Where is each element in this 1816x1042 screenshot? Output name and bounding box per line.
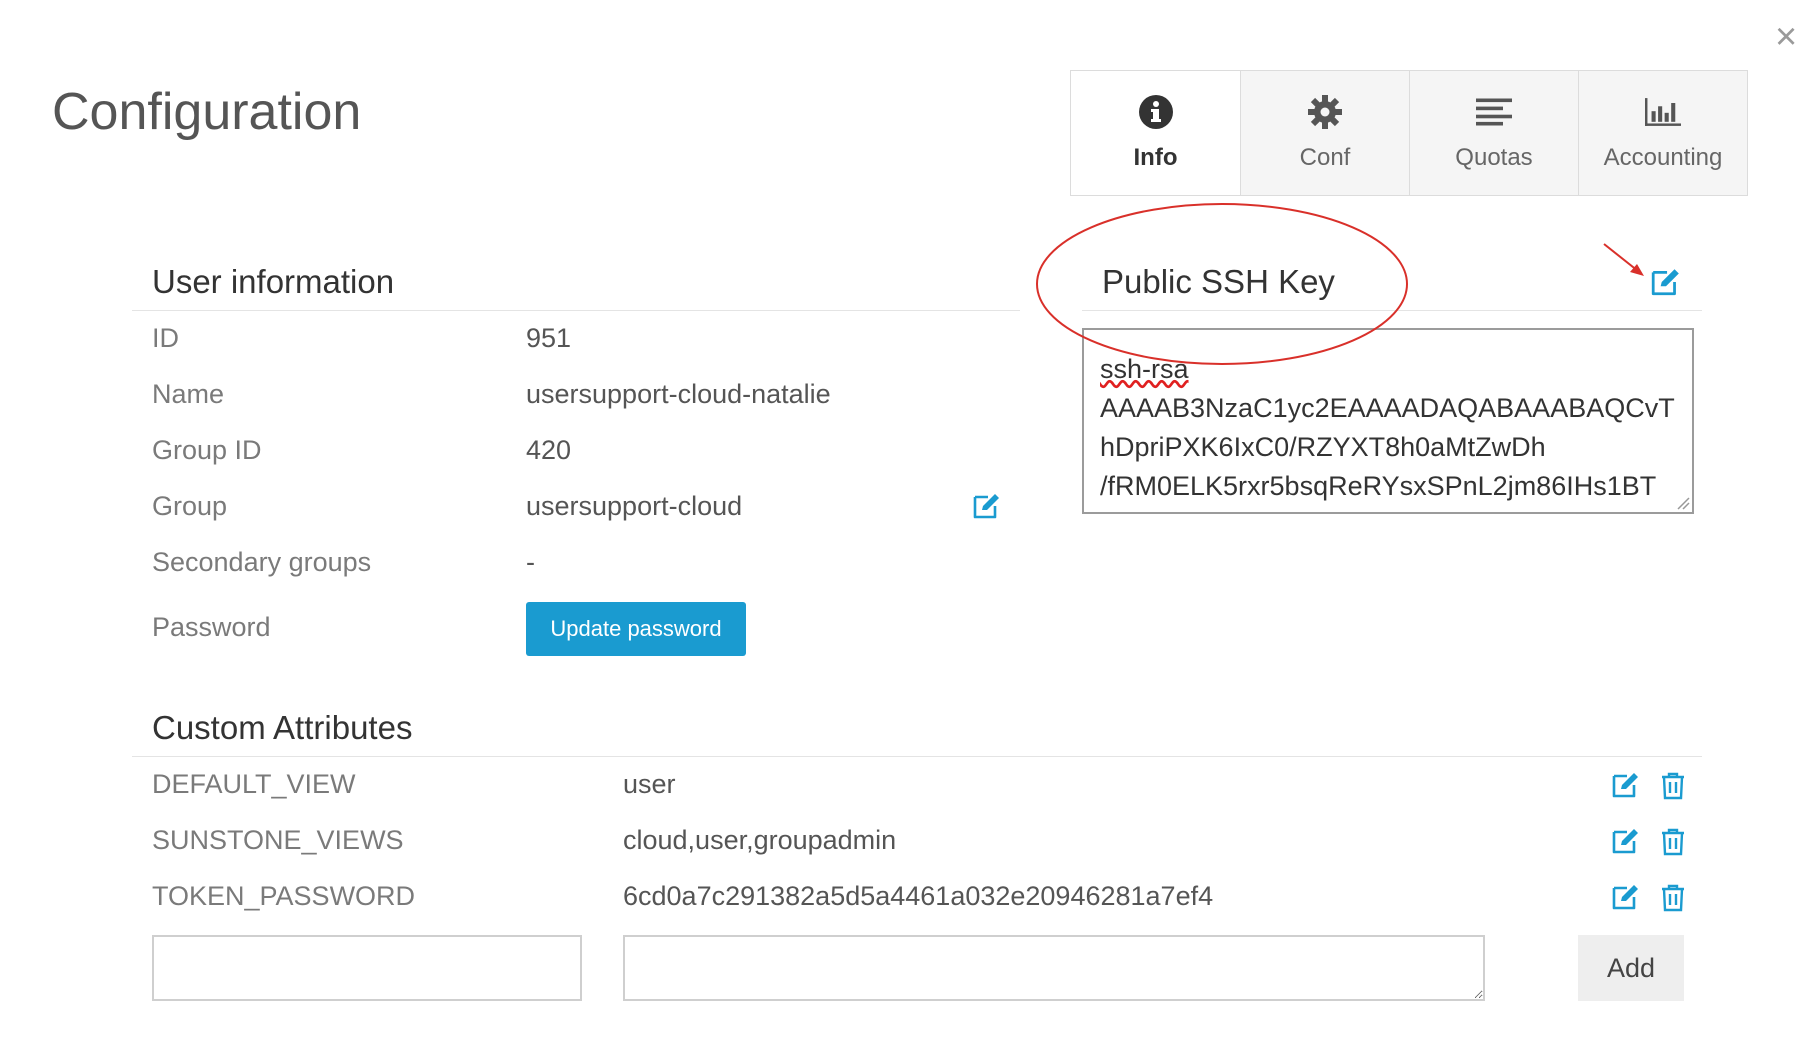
ssh-key-line: AAAAB3NzaC1yc2EAAAADAQABAAABAQCvT: [1100, 393, 1675, 423]
edit-ssh-key-icon[interactable]: [1650, 267, 1680, 296]
attr-key: TOKEN_PASSWORD: [152, 881, 416, 911]
update-password-button[interactable]: Update password: [526, 602, 746, 656]
row-value-id: 951: [526, 323, 572, 353]
new-attribute-key-input[interactable]: [152, 935, 582, 1001]
new-attribute-value-input[interactable]: [623, 935, 1485, 1001]
tab-info[interactable]: Info: [1071, 71, 1240, 195]
custom-attributes-title: Custom Attributes: [152, 709, 413, 746]
attr-value: 6cd0a7c291382a5d5a4461a032e20946281a7ef4: [623, 881, 1214, 911]
user-info-title: User information: [152, 263, 395, 300]
bar-chart-icon: [1645, 94, 1681, 130]
tab-accounting[interactable]: Accounting: [1578, 71, 1747, 195]
ssh-key-line: ssh-rsa: [1100, 354, 1189, 384]
page-title: Configuration: [52, 83, 362, 141]
edit-attr-icon[interactable]: [1611, 827, 1641, 855]
edit-group-icon[interactable]: [972, 492, 1002, 520]
tab-label: Conf: [1299, 144, 1351, 171]
tab-conf[interactable]: Conf: [1240, 71, 1409, 195]
ssh-key-textarea[interactable]: ssh-rsa AAAAB3NzaC1yc2EAAAADAQABAAABAQCv…: [1082, 328, 1694, 514]
info-icon: [1138, 94, 1174, 130]
row-label-password: Password: [152, 612, 271, 642]
resize-grip-icon[interactable]: [1676, 496, 1690, 510]
row-label-group: Group: [152, 491, 228, 521]
add-attribute-button[interactable]: Add: [1578, 935, 1684, 1001]
row-value-secondary-groups: -: [526, 547, 535, 577]
edit-attr-icon[interactable]: [1611, 883, 1641, 911]
tab-quotas[interactable]: Quotas: [1409, 71, 1578, 195]
row-label-secondary-groups: Secondary groups: [152, 547, 372, 577]
attr-value: cloud,user,groupadmin: [623, 825, 897, 855]
divider: [132, 310, 1020, 311]
tab-label: Info: [1133, 144, 1178, 171]
trash-icon[interactable]: [1661, 772, 1685, 800]
ssh-key-title: Public SSH Key: [1102, 263, 1335, 300]
row-value-group-id: 420: [526, 435, 572, 465]
divider: [132, 756, 1702, 757]
align-left-icon: [1476, 94, 1512, 130]
row-value-group: usersupport-cloud: [526, 491, 743, 521]
divider: [1082, 310, 1702, 311]
trash-icon[interactable]: [1661, 884, 1685, 912]
row-label-name: Name: [152, 379, 225, 409]
annotation-arrowhead: [1630, 264, 1644, 276]
row-value-name: usersupport-cloud-natalie: [526, 379, 831, 409]
ssh-key-line: /fRM0ELK5rxr5bsqReRYsxSPnL2jm86IHs1BT: [1100, 471, 1657, 501]
trash-icon[interactable]: [1661, 828, 1685, 856]
row-label-id: ID: [152, 323, 179, 353]
tab-label: Accounting: [1603, 144, 1723, 171]
attr-value: user: [623, 769, 676, 799]
edit-attr-icon[interactable]: [1611, 771, 1641, 799]
attr-key: DEFAULT_VIEW: [152, 769, 356, 799]
attr-key: SUNSTONE_VIEWS: [152, 825, 404, 855]
tab-bar: Info Conf Quotas Accounting: [1070, 70, 1748, 196]
gear-icon: [1307, 94, 1343, 130]
ssh-key-line: hDpriPXK6IxC0/RZYXT8h0aMtZwDh: [1100, 432, 1546, 462]
close-icon[interactable]: ×: [1775, 18, 1797, 56]
row-label-group-id: Group ID: [152, 435, 262, 465]
annotation-arrow: [1603, 243, 1639, 272]
tab-label: Quotas: [1455, 144, 1533, 171]
